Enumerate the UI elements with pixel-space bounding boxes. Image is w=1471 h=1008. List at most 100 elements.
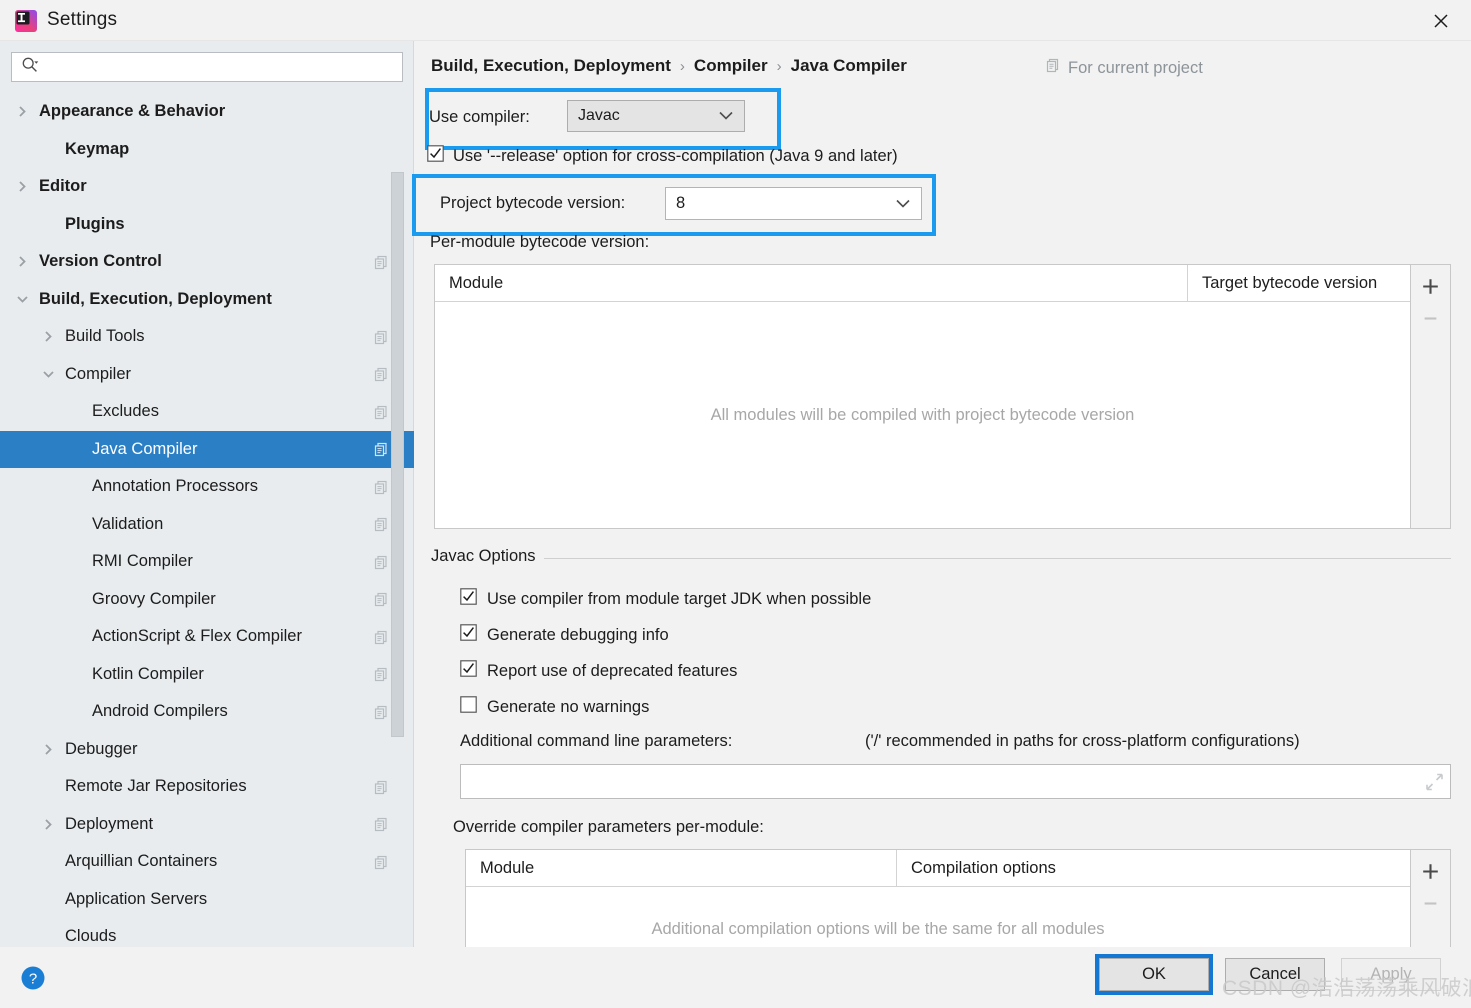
chevron-down-icon[interactable] <box>41 367 55 381</box>
table-header-row: Module Target bytecode version <box>435 265 1410 302</box>
chevron-right-icon[interactable] <box>15 180 29 194</box>
expand-icon[interactable] <box>1426 773 1443 790</box>
sidebar-item-deployment[interactable]: Deployment <box>0 806 414 844</box>
remove-module-button[interactable] <box>1415 302 1447 334</box>
search-input[interactable] <box>39 58 402 76</box>
sidebar-item-version-control[interactable]: Version Control <box>0 243 414 281</box>
copy-icon <box>374 442 388 457</box>
copy-icon <box>374 592 388 607</box>
settings-tree: Appearance & Behavior Keymap Editor Plugins… <box>0 93 414 947</box>
sidebar-item-label: Groovy Compiler <box>92 589 216 608</box>
sidebar-item-clouds[interactable]: Clouds <box>0 918 414 947</box>
sidebar-item-label: Deployment <box>65 814 154 833</box>
additional-params-field[interactable] <box>460 764 1451 799</box>
sidebar-item-compiler[interactable]: Compiler <box>0 356 414 394</box>
sidebar-item-label: Build, Execution, Deployment <box>39 289 272 308</box>
javac-option-generate-no-warnings[interactable]: Generate no warnings <box>460 696 649 718</box>
column-header-module[interactable]: Module <box>435 265 1187 301</box>
sidebar-item-label: Validation <box>92 514 164 533</box>
per-module-table-toolbar <box>1410 265 1450 528</box>
chevron-down-icon <box>719 107 733 125</box>
sidebar-item-keymap[interactable]: Keymap <box>0 131 414 169</box>
copy-icon <box>374 517 388 532</box>
copy-icon <box>374 555 388 569</box>
sidebar-item-label: Clouds <box>65 927 117 946</box>
sidebar-item-actionscript-flex-compiler[interactable]: ActionScript & Flex Compiler <box>0 618 414 656</box>
sidebar-item-editor[interactable]: Editor <box>0 168 414 206</box>
sidebar-item-excludes[interactable]: Excludes <box>0 393 414 431</box>
search-icon <box>21 56 39 79</box>
sidebar-item-label: Keymap <box>65 139 130 158</box>
breadcrumb-part[interactable]: Java Compiler <box>791 56 907 76</box>
column-header-module[interactable]: Module <box>466 850 896 886</box>
per-module-table-empty-message: All modules will be compiled with projec… <box>710 405 1135 424</box>
sidebar-item-java-compiler[interactable]: Java Compiler <box>0 430 414 468</box>
checkbox-checked-icon <box>460 660 477 682</box>
copy-icon <box>374 780 388 794</box>
sidebar-item-appearance-behavior[interactable]: Appearance & Behavior <box>0 93 414 131</box>
dialog-button-bar: ? OK Cancel Apply <box>0 947 1471 1008</box>
use-compiler-dropdown[interactable]: Javac <box>567 100 745 132</box>
column-header-target-bytecode-version[interactable]: Target bytecode version <box>1187 265 1410 301</box>
sidebar-item-validation[interactable]: Validation <box>0 506 414 544</box>
chevron-right-icon[interactable] <box>15 255 29 269</box>
sidebar-scrollbar-thumb[interactable] <box>391 172 404 737</box>
project-bytecode-dropdown[interactable]: 8 <box>665 187 922 220</box>
copy-icon <box>374 630 388 644</box>
chevron-down-icon[interactable] <box>15 292 29 306</box>
sidebar-item-debugger[interactable]: Debugger <box>0 731 414 769</box>
sidebar-item-label: RMI Compiler <box>92 552 193 571</box>
help-icon[interactable]: ? <box>20 965 46 991</box>
sidebar-item-plugins[interactable]: Plugins <box>0 206 414 244</box>
checkbox-unchecked-icon <box>460 696 477 718</box>
project-bytecode-label: Project bytecode version: <box>440 194 626 212</box>
chevron-right-icon[interactable] <box>41 330 55 344</box>
chevron-right-icon[interactable] <box>41 817 55 831</box>
close-icon[interactable] <box>1411 0 1471 41</box>
checkbox-checked-icon <box>460 588 477 610</box>
sidebar-item-android-compilers[interactable]: Android Compilers <box>0 693 414 731</box>
sidebar-item-application-servers[interactable]: Application Servers <box>0 881 414 919</box>
sidebar-item-kotlin-compiler[interactable]: Kotlin Compiler <box>0 656 414 694</box>
sidebar-item-label: Appearance & Behavior <box>39 102 226 121</box>
javac-option-label: Generate debugging info <box>487 625 669 644</box>
column-header-compilation-options[interactable]: Compilation options <box>896 850 1410 886</box>
use-release-option-checkbox[interactable]: Use '--release' option for cross-compila… <box>427 145 898 167</box>
sidebar-item-label: Build Tools <box>65 327 145 346</box>
apply-button[interactable]: Apply <box>1341 958 1441 991</box>
sidebar-item-label: Compiler <box>65 364 132 383</box>
chevron-right-icon[interactable] <box>15 105 29 119</box>
additional-params-input[interactable] <box>461 765 1450 798</box>
javac-option-generate-debugging-info[interactable]: Generate debugging info <box>460 624 669 646</box>
copy-icon <box>374 855 388 869</box>
sidebar-item-build-execution-deployment[interactable]: Build, Execution, Deployment <box>0 281 414 319</box>
sidebar-item-label: Plugins <box>65 214 125 233</box>
sidebar-item-annotation-processors[interactable]: Annotation Processors <box>0 468 414 506</box>
window-title: Settings <box>47 9 118 30</box>
javac-option-report-deprecated[interactable]: Report use of deprecated features <box>460 660 737 682</box>
cancel-button[interactable]: Cancel <box>1225 958 1325 991</box>
chevron-right-icon[interactable] <box>41 742 55 756</box>
javac-options-group-title: Javac Options <box>431 547 544 566</box>
breadcrumb-part[interactable]: Compiler <box>694 56 768 76</box>
search-box[interactable] <box>11 52 403 82</box>
breadcrumb-part[interactable]: Build, Execution, Deployment <box>431 56 671 76</box>
sidebar-item-label: Kotlin Compiler <box>92 664 204 683</box>
for-current-project-label: For current project <box>1068 58 1203 77</box>
ok-button[interactable]: OK <box>1095 954 1213 995</box>
sidebar-item-arquillian-containers[interactable]: Arquillian Containers <box>0 843 414 881</box>
add-module-button[interactable] <box>1415 270 1447 302</box>
javac-option-use-module-target-jdk[interactable]: Use compiler from module target JDK when… <box>460 588 871 610</box>
add-override-button[interactable] <box>1415 855 1447 887</box>
sidebar-item-label: ActionScript & Flex Compiler <box>92 627 302 646</box>
breadcrumb-separator: › <box>776 57 782 75</box>
copy-icon <box>374 330 388 344</box>
remove-override-button[interactable] <box>1415 887 1447 919</box>
sidebar-item-build-tools[interactable]: Build Tools <box>0 318 414 356</box>
copy-icon <box>374 667 388 682</box>
copy-icon <box>374 480 388 494</box>
sidebar-item-remote-jar-repositories[interactable]: Remote Jar Repositories <box>0 768 414 806</box>
javac-option-label: Report use of deprecated features <box>487 661 738 680</box>
sidebar-item-groovy-compiler[interactable]: Groovy Compiler <box>0 581 414 619</box>
sidebar-item-rmi-compiler[interactable]: RMI Compiler <box>0 543 414 581</box>
